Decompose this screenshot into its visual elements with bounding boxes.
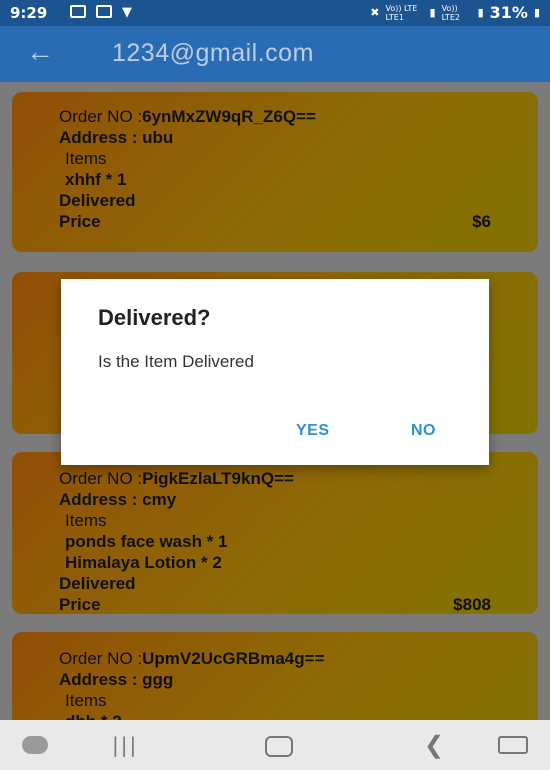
screenshot-icon[interactable]: [498, 736, 528, 754]
network-label-1: Vo)) LTE LTE1: [385, 3, 418, 22]
battery-percent: 31%: [489, 3, 528, 22]
status-bar: 9:29 ▼ ✖ Vo)) LTE LTE1 ▮ Vo)) LTE2 ▮ 31%…: [0, 0, 550, 26]
signal-icon: ▮: [429, 6, 436, 19]
status-right: ✖ Vo)) LTE LTE1 ▮ Vo)) LTE2 ▮ 31% ▮: [370, 3, 540, 22]
status-time: 9:29: [10, 4, 48, 22]
app-bar: ← 1234@gmail.com: [0, 26, 550, 82]
home-icon[interactable]: [265, 736, 293, 757]
dialog-title: Delivered?: [98, 305, 211, 330]
image-icon: [96, 5, 112, 18]
notification-icons: ▼: [70, 5, 132, 20]
delivered-dialog: Delivered? Is the Item Delivered YES NO: [61, 279, 489, 465]
dialog-message: Is the Item Delivered: [98, 352, 254, 371]
mail-icon: [70, 5, 86, 18]
recent-apps-icon[interactable]: |||: [112, 733, 138, 757]
no-button[interactable]: NO: [411, 422, 436, 440]
game-launcher-icon[interactable]: [22, 736, 48, 754]
wifi-icon: ▼: [122, 5, 132, 20]
yes-button[interactable]: YES: [296, 422, 330, 440]
page-title: 1234@gmail.com: [112, 39, 314, 67]
system-nav-bar: ||| ❮: [0, 720, 550, 770]
back-icon[interactable]: ❮: [424, 731, 444, 760]
back-arrow-icon[interactable]: ←: [26, 38, 54, 66]
signal-icon: ▮: [477, 6, 484, 19]
mute-icon: ✖: [370, 6, 380, 19]
network-label-2: Vo)) LTE2: [441, 3, 460, 22]
battery-icon: ▮: [533, 6, 540, 19]
